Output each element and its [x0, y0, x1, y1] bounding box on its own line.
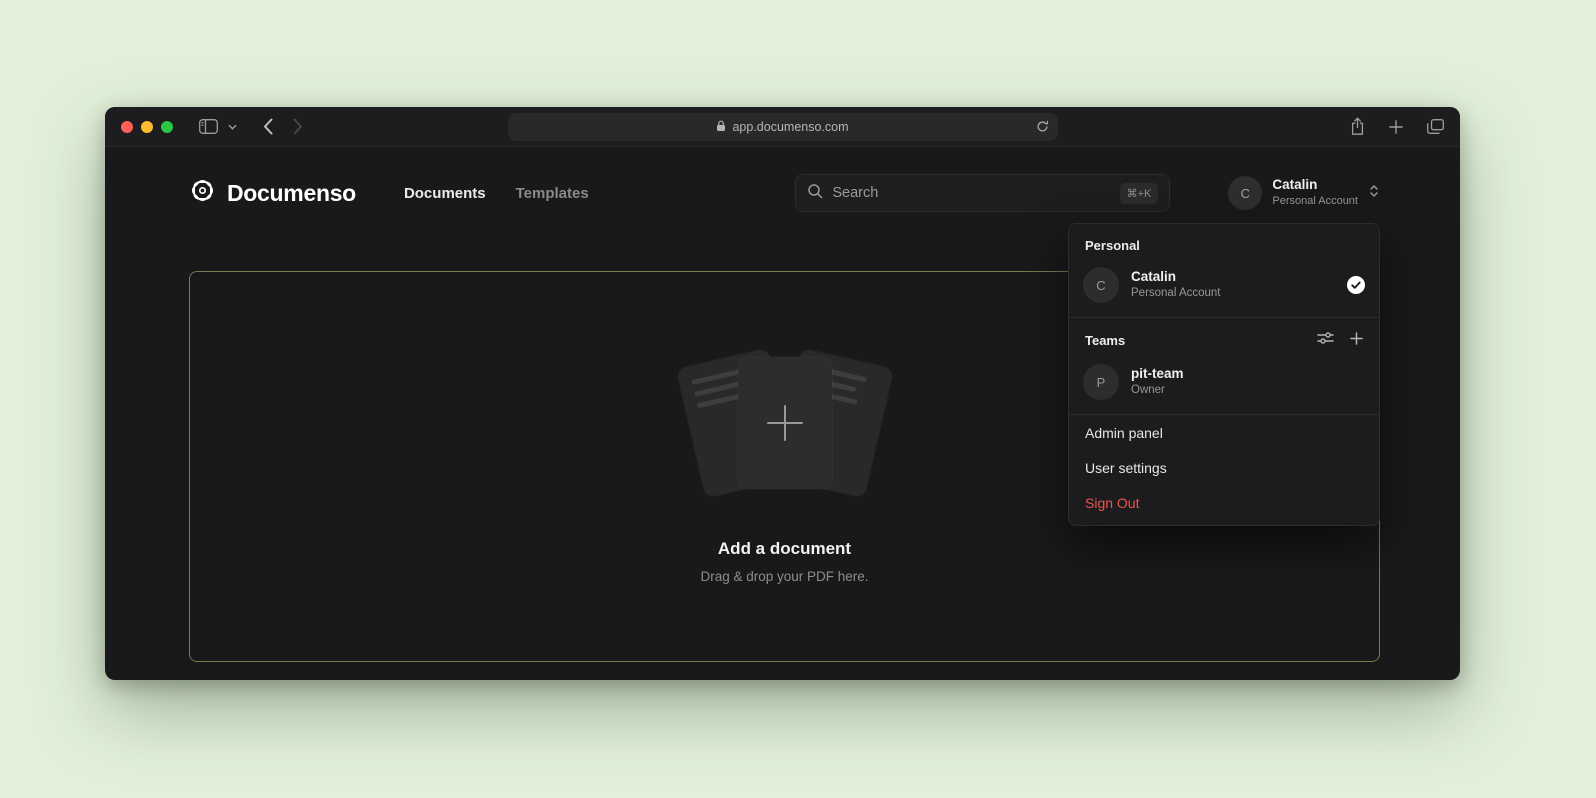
- search-icon: [807, 183, 823, 204]
- brand-name: Documenso: [227, 180, 356, 207]
- personal-section-title: Personal: [1069, 224, 1379, 262]
- avatar: C: [1228, 176, 1262, 210]
- traffic-lights: [121, 121, 173, 133]
- app-page: Documenso Documents Templates Search ⌘+K…: [105, 147, 1460, 679]
- manage-teams-icon[interactable]: [1317, 331, 1334, 350]
- documents-illustration: [645, 349, 925, 499]
- zoom-window-button[interactable]: [161, 121, 173, 133]
- account-menu-button[interactable]: C Catalin Personal Account: [1228, 176, 1380, 210]
- dropzone-subtitle: Drag & drop your PDF here.: [700, 569, 868, 584]
- teams-section-title: Teams: [1085, 333, 1125, 348]
- new-tab-icon[interactable]: [1389, 120, 1403, 134]
- avatar: P: [1083, 364, 1119, 400]
- documenso-logo-icon: [189, 177, 216, 209]
- menu-item-user-settings[interactable]: User settings: [1069, 450, 1379, 485]
- close-window-button[interactable]: [121, 121, 133, 133]
- nav-documents[interactable]: Documents: [404, 185, 486, 202]
- team-role: Owner: [1131, 383, 1184, 399]
- add-team-icon[interactable]: [1350, 332, 1363, 350]
- back-icon[interactable]: [263, 118, 273, 135]
- reload-icon[interactable]: [1036, 120, 1049, 136]
- account-name: Catalin: [1272, 177, 1358, 194]
- team-row[interactable]: P pit-team Owner: [1069, 359, 1379, 414]
- menu-item-admin-panel[interactable]: Admin panel: [1069, 415, 1379, 450]
- browser-titlebar[interactable]: app.documenso.com: [105, 107, 1460, 147]
- personal-account-name: Catalin: [1131, 268, 1221, 286]
- personal-account-row[interactable]: C Catalin Personal Account: [1069, 262, 1379, 317]
- tab-overview-icon[interactable]: [1427, 119, 1444, 134]
- search-input[interactable]: Search ⌘+K: [795, 174, 1170, 212]
- lock-icon: [716, 120, 726, 135]
- nav-templates[interactable]: Templates: [516, 185, 589, 202]
- address-url: app.documenso.com: [732, 120, 848, 134]
- main-nav: Documents Templates: [404, 185, 589, 202]
- account-subtitle: Personal Account: [1272, 194, 1358, 208]
- brand[interactable]: Documenso: [189, 177, 356, 209]
- dropzone-title: Add a document: [718, 539, 851, 559]
- avatar: C: [1083, 267, 1119, 303]
- team-name: pit-team: [1131, 365, 1184, 383]
- document-card-center: [738, 357, 832, 489]
- sidebar-toggle-icon[interactable]: [199, 119, 218, 134]
- account-dropdown-menu: Personal C Catalin Personal Account Team…: [1068, 223, 1380, 526]
- browser-window: app.documenso.com Documenso: [105, 107, 1460, 680]
- app-header: Documenso Documents Templates Search ⌘+K…: [105, 147, 1460, 212]
- selected-check-icon: [1347, 276, 1365, 294]
- forward-icon[interactable]: [293, 118, 303, 135]
- sidebar-chevron-down-icon[interactable]: [228, 124, 237, 130]
- plus-icon: [767, 405, 803, 441]
- minimize-window-button[interactable]: [141, 121, 153, 133]
- search-placeholder: Search: [832, 185, 878, 201]
- personal-account-subtitle: Personal Account: [1131, 286, 1221, 302]
- address-bar[interactable]: app.documenso.com: [508, 113, 1058, 141]
- search-shortcut-badge: ⌘+K: [1120, 183, 1159, 204]
- menu-item-sign-out[interactable]: Sign Out: [1069, 485, 1379, 520]
- chevron-up-down-icon: [1368, 183, 1380, 204]
- share-icon[interactable]: [1350, 117, 1365, 136]
